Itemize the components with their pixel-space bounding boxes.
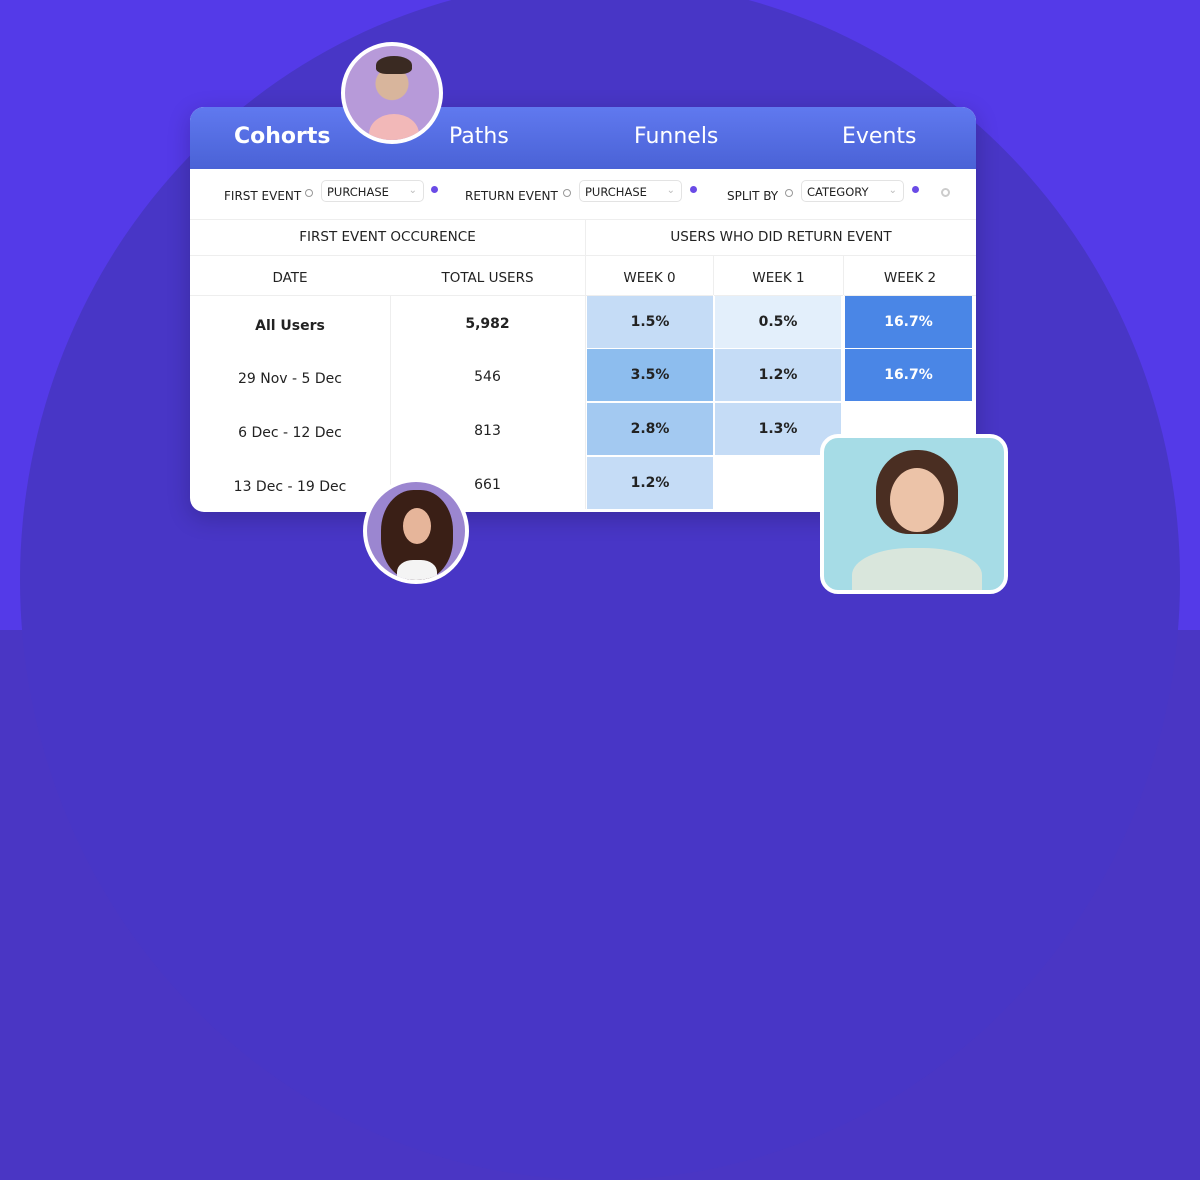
first-event-label: FIRST EVENT	[224, 189, 302, 203]
tab-bar: Cohorts Paths Funnels Events	[190, 107, 976, 169]
group-header-first-event: FIRST EVENT OCCURENCE	[190, 219, 585, 256]
first-event-select[interactable]: PURCHASE ⌄	[321, 180, 424, 202]
tab-cohorts[interactable]: Cohorts	[234, 124, 331, 149]
first-event-value: PURCHASE	[327, 185, 389, 199]
tab-events[interactable]: Events	[842, 124, 917, 149]
pin-icon[interactable]	[912, 186, 919, 193]
col-header-total-users: TOTAL USERS	[390, 256, 585, 296]
heatmap-cell-week-1[interactable]: 0.5%	[715, 296, 841, 348]
refresh-icon[interactable]	[941, 188, 950, 197]
row-total-users: 813	[474, 423, 501, 439]
heatmap-cell-week-2[interactable]: 16.7%	[845, 349, 972, 401]
col-header-week-1: WEEK 1	[714, 256, 843, 296]
tab-paths[interactable]: Paths	[449, 124, 509, 149]
heatmap-cell-week-0[interactable]: 1.2%	[587, 457, 713, 509]
col-header-date: DATE	[190, 256, 390, 296]
return-event-select[interactable]: PURCHASE ⌄	[579, 180, 682, 202]
chevron-down-icon: ⌄	[666, 185, 675, 196]
row-date: All Users	[255, 318, 325, 334]
split-by-select[interactable]: CATEGORY ⌄	[801, 180, 904, 202]
avatar-man	[341, 42, 443, 144]
pin-icon[interactable]	[690, 186, 697, 193]
info-icon	[563, 189, 571, 197]
heatmap-cell-week-2[interactable]: 16.7%	[845, 296, 972, 348]
row-date: 29 Nov - 5 Dec	[238, 371, 342, 387]
heatmap-cell-week-0[interactable]: 3.5%	[587, 349, 713, 401]
return-event-value: PURCHASE	[585, 185, 647, 199]
info-icon	[785, 189, 793, 197]
row-total-users: 5,982	[465, 316, 510, 332]
filter-bar: FIRST EVENT PURCHASE ⌄ RETURN EVENT PURCH…	[190, 169, 976, 220]
chevron-down-icon: ⌄	[408, 185, 417, 196]
group-header-return-event: USERS WHO DID RETURN EVENT	[586, 219, 976, 256]
info-icon	[305, 189, 313, 197]
avatar-woman-curly	[363, 478, 469, 584]
chevron-down-icon: ⌄	[888, 185, 897, 196]
pin-icon[interactable]	[431, 186, 438, 193]
row-total-users: 546	[474, 369, 501, 385]
avatar-woman-short-hair	[820, 434, 1008, 594]
split-by-label: SPLIT BY	[727, 189, 779, 203]
heatmap-cell-week-1[interactable]: 1.2%	[715, 349, 841, 401]
return-event-label: RETURN EVENT	[465, 189, 558, 203]
heatmap-cell-week-0[interactable]: 1.5%	[587, 296, 713, 348]
row-date: 13 Dec - 19 Dec	[233, 479, 347, 495]
col-header-week-0: WEEK 0	[586, 256, 713, 296]
row-date: 6 Dec - 12 Dec	[238, 425, 342, 441]
split-by-value: CATEGORY	[807, 185, 869, 199]
heatmap-cell-week-0[interactable]: 2.8%	[587, 403, 713, 455]
tab-funnels[interactable]: Funnels	[634, 124, 718, 149]
col-header-week-2: WEEK 2	[844, 256, 976, 296]
